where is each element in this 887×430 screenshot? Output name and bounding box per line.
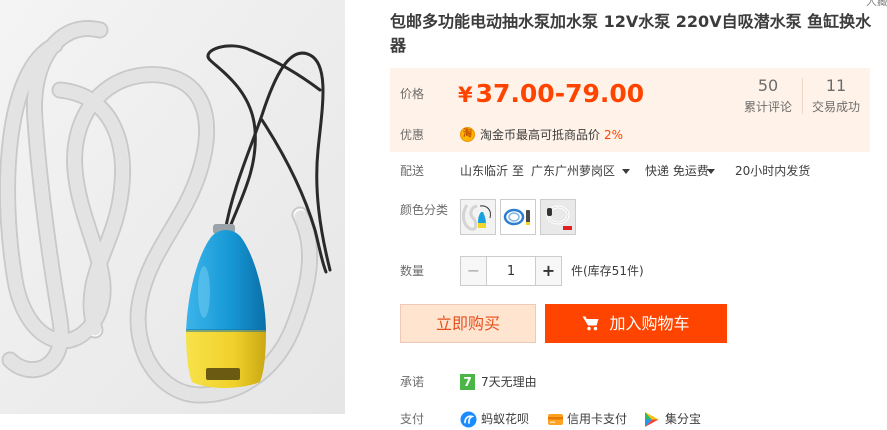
credit-card-icon xyxy=(547,411,564,428)
cart-icon xyxy=(582,307,599,344)
chevron-down-icon xyxy=(707,169,715,174)
shipping-dropdown[interactable]: 快递 免运费 xyxy=(645,163,717,179)
promise-text[interactable]: 7天无理由 xyxy=(481,374,537,390)
payment-label: 支付 xyxy=(400,412,425,426)
promise-label: 承诺 xyxy=(400,375,425,389)
add-to-cart-label: 加入购物车 xyxy=(609,314,690,333)
favorite-link[interactable]: 人藏 xyxy=(866,0,887,9)
stat-transactions-count: 11 xyxy=(825,76,847,95)
quantity-increment-button[interactable]: + xyxy=(535,256,562,286)
price-range: 37.00-79.00 xyxy=(475,79,645,108)
sku-option-blue-pump[interactable] xyxy=(500,199,536,235)
stat-transactions-label: 交易成功 xyxy=(811,100,860,114)
sku-label: 颜色分类 xyxy=(400,203,449,217)
quantity-decrement-button[interactable]: − xyxy=(460,256,487,286)
sku-option-pump-kit[interactable] xyxy=(540,199,576,235)
pump-with-hose-thumbnail-icon xyxy=(461,200,495,234)
delivery-to: 至 xyxy=(512,164,525,178)
chevron-down-icon xyxy=(622,169,630,174)
taojinbi-coin-icon: 淘 xyxy=(460,127,475,142)
add-to-cart-button[interactable]: 加入购物车 xyxy=(545,304,727,343)
stock-info: 件(库存51件) xyxy=(571,264,644,278)
jifenbao-icon xyxy=(643,411,660,428)
stat-reviews-label: 累计评论 xyxy=(743,100,792,114)
price-value: ¥37.00-79.00 xyxy=(458,79,644,112)
quantity-label: 数量 xyxy=(400,264,425,278)
dispatch-time: 20小时内发货 xyxy=(735,164,811,178)
blue-pump-thumbnail-icon xyxy=(501,200,535,234)
huabei-icon xyxy=(460,411,477,428)
destination-dropdown[interactable]: 广东广州萝岗区 xyxy=(531,163,632,179)
product-title: 包邮多功能电动抽水泵加水泵 12V水泵 220V自吸潜水泵 鱼缸换水器 xyxy=(390,12,872,55)
seven-day-return-icon: 7 xyxy=(460,374,475,390)
price-label: 价格 xyxy=(400,87,425,101)
destination-text: 广东广州萝岗区 xyxy=(531,164,616,178)
payment-credit-card: 信用卡支付 xyxy=(567,412,628,426)
buy-now-button[interactable]: 立即购买 xyxy=(400,304,536,343)
product-main-image xyxy=(0,0,345,414)
currency-symbol: ¥ xyxy=(458,83,473,107)
delivery-label: 配送 xyxy=(400,164,425,178)
payment-huabei: 蚂蚁花呗 xyxy=(481,412,530,426)
sku-option-pump-with-hose[interactable] xyxy=(460,199,496,235)
shipping-text: 快递 免运费 xyxy=(645,164,709,178)
promo-description: 淘金币最高可抵商品价 xyxy=(480,128,601,142)
stat-reviews-count: 50 xyxy=(757,76,779,95)
delivery-origin: 山东临沂 xyxy=(460,164,509,178)
promo-text: 淘金币最高可抵商品价 2% xyxy=(480,127,623,143)
pump-kit-thumbnail-icon xyxy=(541,200,575,234)
quantity-input[interactable] xyxy=(487,256,535,286)
payment-jifenbao: 集分宝 xyxy=(665,412,702,426)
promo-label: 优惠 xyxy=(400,128,425,142)
promo-rate: 2% xyxy=(604,128,624,142)
stat-reviews[interactable]: 50 累计评论 xyxy=(735,76,801,116)
stat-transactions: 11 交易成功 xyxy=(803,76,869,116)
